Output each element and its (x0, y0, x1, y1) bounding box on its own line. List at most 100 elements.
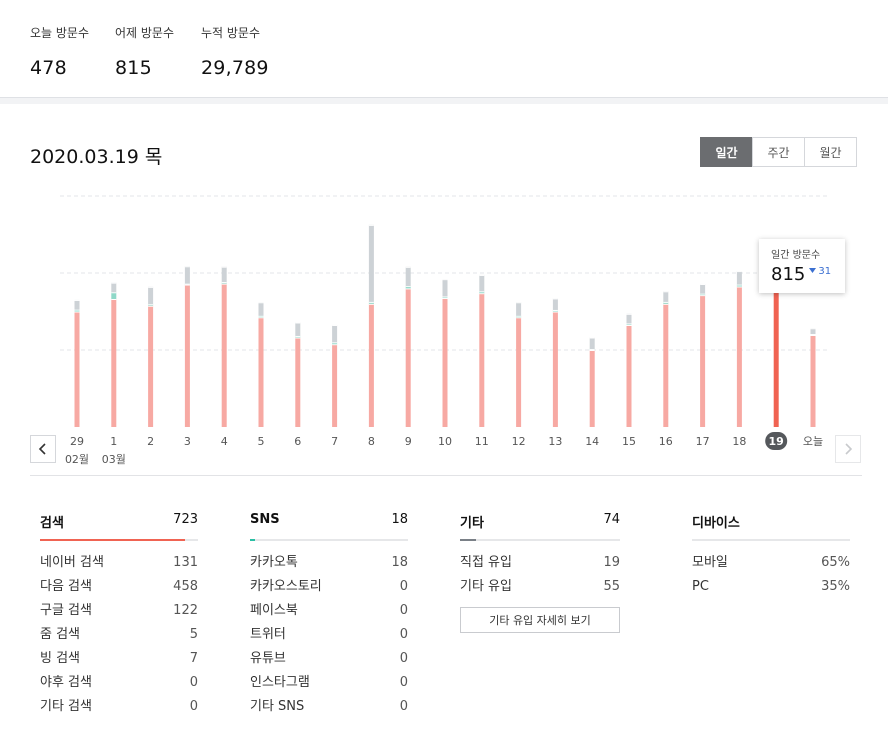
bar-other[interactable] (148, 286, 154, 305)
search-row-value: 0 (189, 699, 198, 714)
bar-other[interactable] (516, 302, 522, 316)
bar-separator (258, 302, 264, 304)
bar-separator (221, 282, 227, 284)
sns-row-label: 유튜브 (250, 651, 286, 666)
sns-row: 트위터 0 (250, 623, 408, 647)
search-row-label: 네이버 검색 (40, 555, 104, 570)
x-tick-label[interactable]: 11 (475, 435, 489, 448)
bar-other[interactable] (295, 322, 301, 336)
sns-panel-title: SNS (250, 512, 280, 527)
x-tick-label[interactable]: 2 (147, 435, 154, 448)
x-tick-label[interactable]: 4 (221, 435, 228, 448)
bar-search[interactable] (332, 344, 338, 427)
month-label: 03월 (102, 453, 126, 466)
bar-separator (74, 299, 80, 301)
bar-other[interactable] (479, 274, 485, 292)
etc-share-fill (460, 539, 476, 541)
bar-other[interactable] (332, 324, 338, 343)
bar-other[interactable] (258, 302, 264, 316)
x-tick-label[interactable]: 9 (405, 435, 412, 448)
x-tick-label[interactable]: 10 (438, 435, 452, 448)
bar-separator (442, 279, 448, 281)
bar-separator (479, 291, 485, 293)
x-tick-label[interactable]: 12 (512, 435, 526, 448)
sns-panel-header: SNS 18 (250, 512, 408, 534)
x-tick-label[interactable]: 18 (732, 435, 746, 448)
bar-other[interactable] (442, 279, 448, 297)
x-tick-label[interactable]: 오늘 (803, 435, 823, 448)
x-tick-label[interactable]: 6 (294, 435, 301, 448)
bar-separator (810, 334, 816, 336)
tab-monthly[interactable]: 월간 (804, 137, 857, 167)
bar-search[interactable] (589, 350, 595, 427)
bar-separator (663, 301, 669, 303)
bar-other[interactable] (552, 298, 558, 310)
x-tick-label[interactable]: 19 (769, 435, 784, 448)
bar-search[interactable] (442, 298, 448, 427)
bar-search[interactable] (736, 286, 742, 427)
etc-detail-button[interactable]: 기타 유입 자세히 보기 (460, 607, 620, 633)
prev-button[interactable] (30, 435, 56, 463)
bar-other[interactable] (589, 337, 595, 350)
search-row-label: 빙 검색 (40, 651, 81, 666)
search-row-label: 줌 검색 (40, 627, 81, 642)
x-tick-label[interactable]: 29 (70, 435, 84, 448)
search-row: 줌 검색 5 (40, 623, 198, 647)
bar-separator (148, 305, 154, 307)
bar-separator (221, 266, 227, 268)
bar-other[interactable] (626, 313, 632, 324)
sns-row: 유튜브 0 (250, 647, 408, 671)
etc-row-value: 55 (603, 579, 620, 594)
sns-row: 기타 SNS 0 (250, 695, 408, 719)
bar-search[interactable] (184, 284, 190, 427)
bar-search[interactable] (368, 303, 374, 427)
bar-search[interactable] (516, 317, 522, 427)
bar-search[interactable] (663, 303, 669, 427)
bar-search[interactable] (295, 337, 301, 427)
device-row-label: 모바일 (692, 555, 728, 570)
bar-search[interactable] (111, 298, 117, 427)
x-tick-label[interactable]: 13 (548, 435, 562, 448)
tooltip-delta: 31 (809, 266, 831, 277)
bar-other[interactable] (221, 266, 227, 283)
bar-search[interactable] (552, 311, 558, 428)
tab-daily[interactable]: 일간 (700, 137, 753, 167)
bar-other[interactable] (405, 266, 411, 287)
search-row-label: 구글 검색 (40, 603, 92, 618)
next-button[interactable] (835, 435, 861, 463)
x-tick-label[interactable]: 16 (659, 435, 673, 448)
bar-search[interactable] (148, 305, 154, 427)
x-tick-label[interactable]: 1 (110, 435, 117, 448)
bar-separator (405, 266, 411, 268)
bar-search[interactable] (221, 283, 227, 427)
bar-search[interactable] (700, 295, 706, 427)
x-tick-label[interactable]: 3 (184, 435, 191, 448)
bar-other[interactable] (700, 283, 706, 294)
x-tick-label[interactable]: 14 (585, 435, 599, 448)
bar-separator (736, 286, 742, 288)
bar-other[interactable] (368, 224, 374, 302)
bar-search[interactable] (626, 324, 632, 427)
x-tick-label[interactable]: 17 (696, 435, 710, 448)
device-panel: 디바이스 모바일 65% PC 35% (692, 512, 850, 599)
bar-search[interactable] (479, 293, 485, 427)
search-row-value: 131 (173, 555, 198, 570)
bar-search[interactable] (74, 311, 80, 428)
bar-other[interactable] (111, 282, 117, 293)
x-tick-label[interactable]: 8 (368, 435, 375, 448)
bar-other[interactable] (736, 271, 742, 285)
sns-row-label: 페이스북 (250, 603, 298, 618)
bar-separator (148, 304, 154, 306)
x-tick-label[interactable]: 7 (331, 435, 338, 448)
tab-weekly[interactable]: 주간 (752, 137, 805, 167)
bar-other[interactable] (74, 299, 80, 310)
bar-search[interactable] (258, 317, 264, 427)
bar-search[interactable] (405, 288, 411, 427)
bar-sns[interactable] (111, 292, 117, 299)
bar-search[interactable] (773, 270, 779, 427)
x-tick-label[interactable]: 5 (258, 435, 265, 448)
bar-other[interactable] (663, 291, 669, 302)
bar-other[interactable] (184, 266, 190, 284)
x-tick-label[interactable]: 15 (622, 435, 636, 448)
bar-search[interactable] (810, 334, 816, 427)
